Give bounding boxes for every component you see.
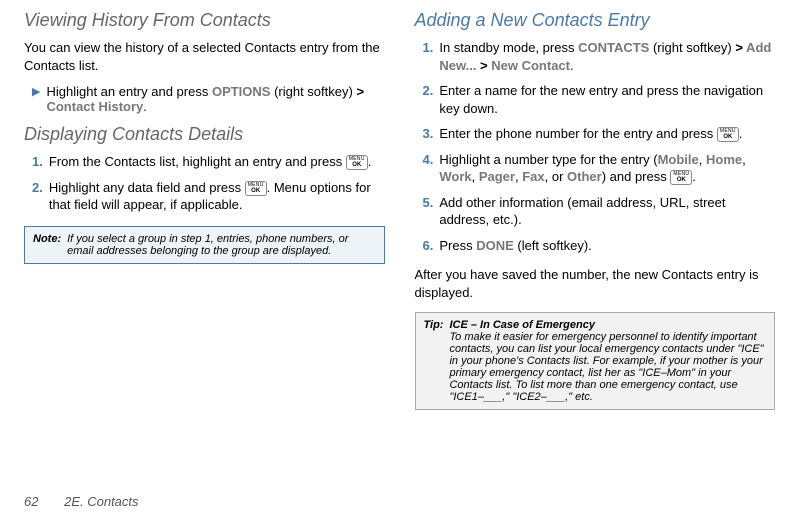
page-footer: 62 2E. Contacts [24,494,139,509]
step-1: 1. From the Contacts list, highlight an … [24,153,385,171]
step-number: 6. [423,237,434,255]
contact-history-label: Contact History [46,99,143,114]
note-text: If you select a group in step 1, entries… [67,233,375,257]
tip-label: Tip: [424,319,444,403]
done-label: DONE [476,238,514,253]
highlight-options-bullet: ▶ Highlight an entry and press OPTIONS (… [24,84,385,114]
menu-label: MENU [248,183,264,188]
ok-label: OK [248,188,264,194]
heading-displaying-details: Displaying Contacts Details [24,124,385,145]
text: Enter the phone number for the entry and… [439,126,717,141]
step-text: Enter the phone number for the entry and… [439,125,742,143]
ok-label: OK [673,177,689,183]
text: (right softkey) [649,40,735,55]
text: In standby mode, press [439,40,578,55]
options-label: OPTIONS [212,84,271,99]
gt: > [735,40,743,55]
tip-box: Tip: ICE – In Case of Emergency To make … [415,312,776,410]
bullet-text: Highlight an entry and press OPTIONS (ri… [46,84,384,114]
step-text: From the Contacts list, highlight an ent… [49,153,372,171]
text: , [472,169,479,184]
other-label: Other [567,169,602,184]
text: Highlight any data field and press [49,180,245,195]
menu-ok-icon: MENUOK [245,181,267,196]
adding-contact-steps: 1. In standby mode, press CONTACTS (righ… [415,39,776,254]
after-save-para: After you have saved the number, the new… [415,266,776,301]
text: . [692,169,696,184]
step-number: 2. [423,82,434,117]
step-text: Press DONE (left softkey). [439,237,591,255]
text: . [143,99,147,114]
displaying-details-steps: 1. From the Contacts list, highlight an … [24,153,385,214]
heading-viewing-history: Viewing History From Contacts [24,10,385,31]
step-number: 5. [423,194,434,229]
step-text: Enter a name for the new entry and press… [439,82,775,117]
text: . [739,126,743,141]
step-number: 3. [423,125,434,143]
menu-ok-icon: MENUOK [346,155,368,170]
text: . [570,58,574,73]
note-label: Note: [33,233,61,257]
step-3: 3. Enter the phone number for the entry … [415,125,776,143]
two-column-layout: Viewing History From Contacts You can vi… [24,10,775,410]
work-label: Work [439,169,471,184]
text: . [368,154,372,169]
step-number: 1. [423,39,434,74]
gt: > [480,58,488,73]
menu-ok-icon: MENUOK [717,127,739,142]
text: Highlight an entry and press [46,84,211,99]
note-box: Note: If you select a group in step 1, e… [24,226,385,264]
gt: > [356,84,364,99]
triangle-icon: ▶ [32,84,40,114]
step-number: 4. [423,151,434,186]
text: (right softkey) [270,84,356,99]
text: , [699,152,706,167]
menu-ok-icon: MENUOK [670,170,692,185]
step-4: 4. Highlight a number type for the entry… [415,151,776,186]
tip-title: ICE – In Case of Emergency [449,319,595,331]
viewing-history-para: You can view the history of a selected C… [24,39,385,74]
step-1: 1. In standby mode, press CONTACTS (righ… [415,39,776,74]
right-column: Adding a New Contacts Entry 1. In standb… [415,10,776,410]
step-number: 1. [32,153,43,171]
step-2: 2. Highlight any data field and press ME… [24,179,385,214]
text: Highlight a number type for the entry ( [439,152,657,167]
tip-content: ICE – In Case of Emergency To make it ea… [449,319,766,403]
step-text: Highlight a number type for the entry (M… [439,151,775,186]
text: , or [545,169,567,184]
text: Press [439,238,476,253]
pager-label: Pager [479,169,515,184]
ok-label: OK [349,162,365,168]
step-number: 2. [32,179,43,214]
heading-adding-contact: Adding a New Contacts Entry [415,10,776,31]
mobile-label: Mobile [658,152,699,167]
step-text: Add other information (email address, UR… [439,194,775,229]
fax-label: Fax [522,169,544,184]
step-text: In standby mode, press CONTACTS (right s… [439,39,775,74]
ok-label: OK [720,134,736,140]
text: , [742,152,746,167]
home-label: Home [706,152,742,167]
contacts-label: CONTACTS [578,40,649,55]
step-5: 5. Add other information (email address,… [415,194,776,229]
step-text: Highlight any data field and press MENUO… [49,179,385,214]
left-column: Viewing History From Contacts You can vi… [24,10,385,410]
tip-text: To make it easier for emergency personne… [449,331,763,403]
section-label: 2E. Contacts [64,494,138,509]
step-2: 2. Enter a name for the new entry and pr… [415,82,776,117]
new-contact-label: New Contact [488,58,570,73]
text: (left softkey). [514,238,592,253]
text: ) and press [602,169,671,184]
text: From the Contacts list, highlight an ent… [49,154,346,169]
step-6: 6. Press DONE (left softkey). [415,237,776,255]
page-number: 62 [24,494,38,509]
